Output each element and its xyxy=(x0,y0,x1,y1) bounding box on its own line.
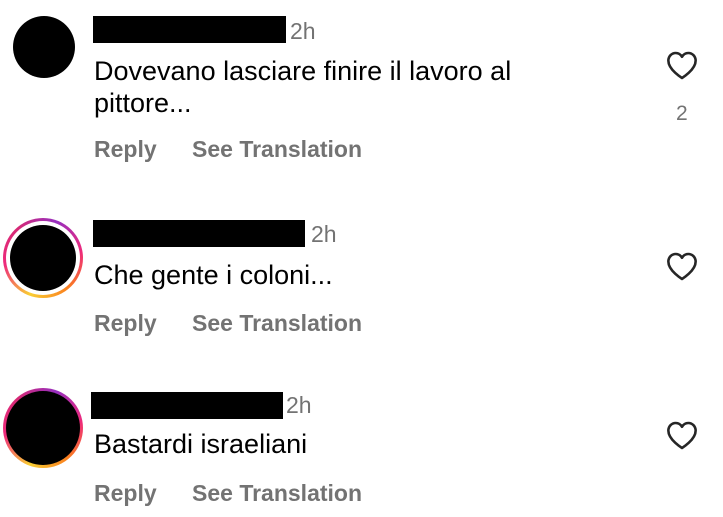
avatar-image xyxy=(6,391,80,465)
heart-outline-icon[interactable] xyxy=(665,420,699,450)
avatar[interactable] xyxy=(3,388,83,468)
see-translation-button[interactable]: See Translation xyxy=(192,309,362,337)
username-redacted[interactable] xyxy=(93,220,305,247)
comment-item: 2h Che gente i coloni... Reply See Trans… xyxy=(0,180,723,350)
comment-text: Che gente i coloni... xyxy=(94,260,333,290)
comment-item: 2h Bastardi israeliani Reply See Transla… xyxy=(0,350,723,517)
reply-button[interactable]: Reply xyxy=(94,479,157,507)
avatar[interactable] xyxy=(13,16,75,78)
avatar[interactable] xyxy=(3,218,83,298)
username-redacted[interactable] xyxy=(91,392,283,419)
username-redacted[interactable] xyxy=(93,16,286,43)
reply-button[interactable]: Reply xyxy=(94,309,157,337)
heart-outline-icon[interactable] xyxy=(665,251,699,281)
comment-text-line: Dovevano lasciare finire il lavoro al xyxy=(94,56,512,86)
comment-timestamp: 2h xyxy=(311,221,337,247)
comment-timestamp: 2h xyxy=(290,18,316,44)
avatar-image xyxy=(10,225,76,291)
comment-item: 2h Dovevano lasciare finire il lavoro al… xyxy=(0,0,723,180)
heart-outline-icon[interactable] xyxy=(665,50,699,80)
see-translation-button[interactable]: See Translation xyxy=(192,479,362,507)
comment-text-line: pittore... xyxy=(94,88,192,118)
comment-text: Dovevano lasciare finire il lavoro al pi… xyxy=(94,55,511,119)
see-translation-button[interactable]: See Translation xyxy=(192,135,362,163)
comment-text: Bastardi israeliani xyxy=(94,429,308,459)
comment-timestamp: 2h xyxy=(286,392,312,418)
like-count[interactable]: 2 xyxy=(676,102,688,126)
reply-button[interactable]: Reply xyxy=(94,135,157,163)
